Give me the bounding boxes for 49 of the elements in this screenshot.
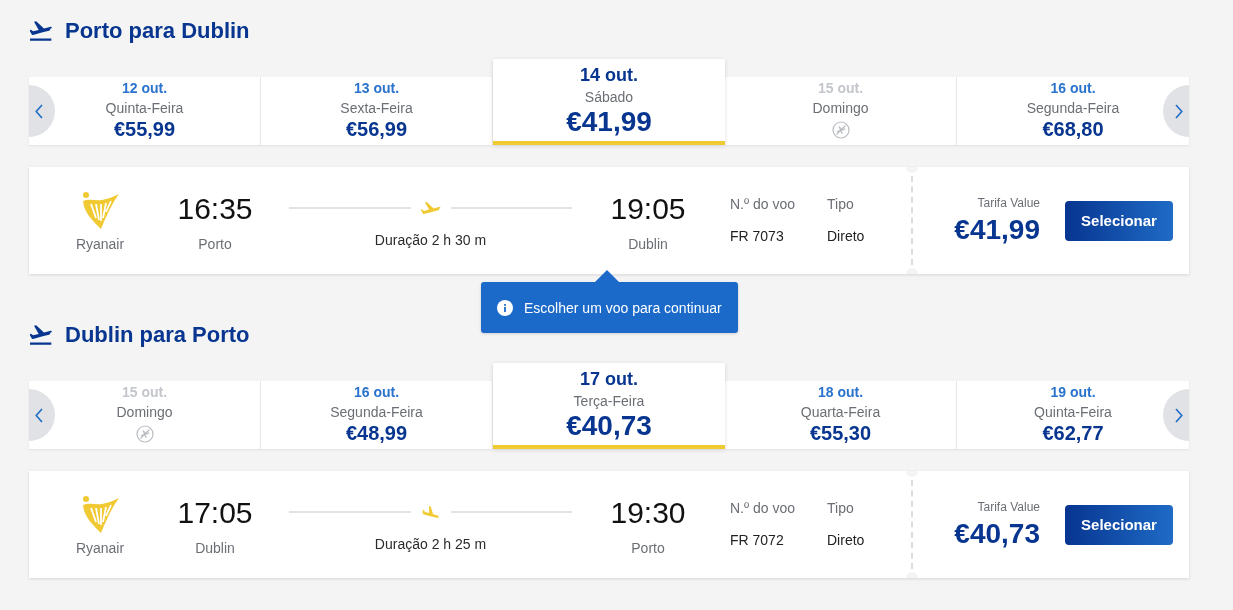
arrival-time: 19:30 [609,495,687,531]
no-flights-icon [135,425,154,443]
flight-type-label: Tipo [827,195,855,213]
date-tab[interactable]: 17 out. Terça-Feira €40,73 [493,363,725,449]
date-tab[interactable]: 16 out. Segunda-Feira €48,99 [261,381,493,449]
flight-number: FR 7072 [730,531,785,549]
harp-icon [80,494,120,534]
fare-price: €40,73 [954,517,1040,550]
flight-duration: Duração 2 h 30 m [373,231,488,249]
airline-name: Ryanair [74,539,126,557]
flight-duration: Duração 2 h 25 m [373,535,488,553]
arrival-time: 19:05 [609,191,687,227]
flight-number-label: N.º do voo [730,499,797,517]
fare-price: €41,99 [954,213,1040,246]
flight-type: Direto [827,227,866,245]
section-title: Porto para Dublin [65,17,250,45]
arrival-city: Dublin [627,235,669,253]
harp-icon [80,190,120,230]
departure-city: Porto [197,235,233,253]
date-tab[interactable]: 16 out. Segunda-Feira €68,80 [957,77,1189,145]
departure-time: 16:35 [176,191,254,227]
fare-label: Tarifa Value [976,499,1040,514]
airline-name: Ryanair [74,235,126,253]
chevron-left-icon [35,407,43,423]
plane-takeoff-icon [30,21,52,41]
section-title: Dublin para Porto [65,321,250,349]
plane-takeoff-icon [419,202,442,214]
no-flights-icon [831,121,850,139]
info-icon [497,299,513,316]
arrival-city: Porto [630,539,666,557]
select-button[interactable]: Selecionar [1065,200,1173,241]
date-tab[interactable]: 14 out. Sábado €41,99 [493,59,725,145]
fare-label: Tarifa Value [976,195,1040,210]
date-tab[interactable]: 19 out. Quinta-Feira €62,77 [957,381,1189,449]
chevron-left-icon [35,103,43,119]
departure-city: Dublin [194,539,236,557]
flight-type: Direto [827,531,866,549]
date-tab[interactable]: 13 out. Sexta-Feira €56,99 [261,77,493,145]
tooltip-text: Escolher um voo para continuar [524,299,722,316]
chevron-right-icon [1175,407,1183,423]
plane-takeoff-icon [30,325,52,345]
chevron-right-icon [1175,103,1183,119]
date-tab[interactable]: 18 out. Quarta-Feira €55,30 [725,381,957,449]
flight-type-label: Tipo [827,499,855,517]
departure-time: 17:05 [176,495,254,531]
date-tab[interactable]: 12 out. Quinta-Feira €55,99 [29,77,261,145]
select-button[interactable]: Selecionar [1065,504,1173,545]
flight-number-label: N.º do voo [730,195,797,213]
flight-number: FR 7073 [730,227,785,245]
